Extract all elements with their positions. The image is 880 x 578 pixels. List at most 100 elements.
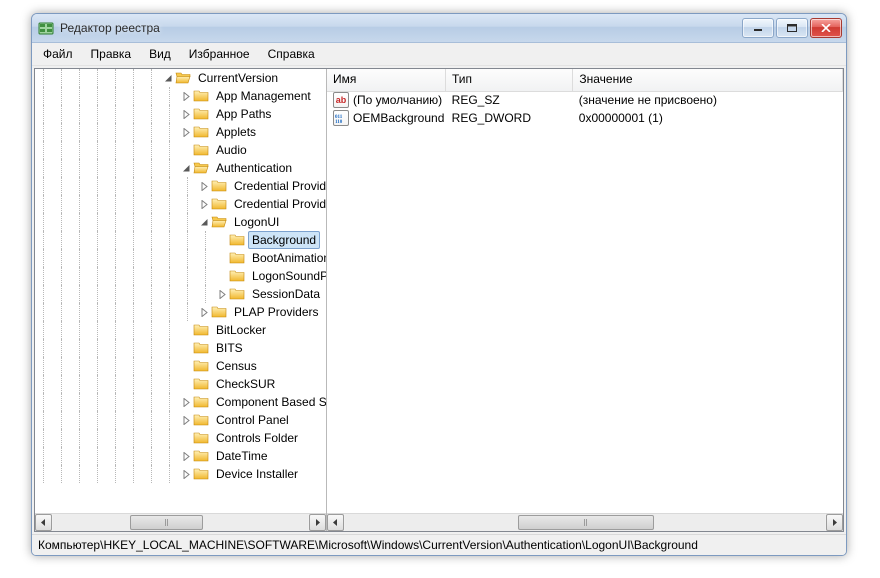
expand-toggle[interactable] [179,357,193,375]
tree-item[interactable]: DateTime [35,447,326,465]
value-type: REG_DWORD [452,111,531,125]
column-name[interactable]: Имя [327,69,446,91]
tree-item[interactable]: Background [35,231,326,249]
expand-toggle[interactable] [215,285,229,303]
values-header: Имя Тип Значение [327,69,843,92]
expand-toggle[interactable] [179,375,193,393]
folder-icon [193,340,209,356]
value-type: REG_SZ [452,93,500,107]
tree-item[interactable]: Authentication [35,159,326,177]
scroll-right-button[interactable] [309,514,326,531]
menu-view[interactable]: Вид [140,45,180,63]
svg-text:110: 110 [335,120,343,123]
tree-item[interactable]: Audio [35,141,326,159]
expand-toggle[interactable] [197,303,211,321]
value-data: 0x00000001 (1) [579,111,663,125]
tree-item-label: Component Based Se [212,393,326,411]
tree-item-label: Authentication [212,159,296,177]
titlebar[interactable]: Редактор реестра [32,14,846,43]
tree-item[interactable]: Credential Provide [35,177,326,195]
folder-icon [193,322,209,338]
menu-favorites[interactable]: Избранное [180,45,259,63]
column-data[interactable]: Значение [573,69,843,91]
tree-item[interactable]: CurrentVersion [35,69,326,87]
expand-toggle[interactable] [161,69,175,87]
maximize-button[interactable] [776,18,808,38]
tree-item[interactable]: App Management [35,87,326,105]
dword-value-icon: 011110 [333,110,349,126]
scroll-track[interactable] [53,514,308,531]
value-row[interactable]: ab (По умолчанию) REG_SZ (значение не присв… [327,91,843,109]
tree-item[interactable]: LogonUI [35,213,326,231]
status-path: Компьютер\HKEY_LOCAL_MACHINE\SOFTWARE\Mi… [38,538,698,552]
tree-item[interactable]: Control Panel [35,411,326,429]
tree-item-label: LogonUI [230,213,283,231]
scroll-thumb[interactable] [518,515,654,530]
expand-toggle[interactable] [179,159,193,177]
value-data: (значение не присвоено) [579,93,717,107]
tree-item[interactable]: Credential Provide [35,195,326,213]
scroll-left-button[interactable] [327,514,344,531]
scroll-left-button[interactable] [35,514,52,531]
folder-icon [229,250,245,266]
values-list[interactable]: ab (По умолчанию) REG_SZ (значение не присв… [327,91,843,513]
tree-item[interactable]: Device Installer [35,465,326,483]
folder-icon [193,124,209,140]
expand-toggle[interactable] [179,339,193,357]
expand-toggle[interactable] [215,231,229,249]
tree-item-label: CheckSUR [212,375,279,393]
expand-toggle[interactable] [179,123,193,141]
tree-item[interactable]: BITS [35,339,326,357]
tree-item[interactable]: Applets [35,123,326,141]
scroll-thumb[interactable] [130,515,203,530]
tree-item[interactable]: PLAP Providers [35,303,326,321]
minimize-button[interactable] [742,18,774,38]
tree-item[interactable]: App Paths [35,105,326,123]
tree-item[interactable]: CheckSUR [35,375,326,393]
expand-toggle[interactable] [179,429,193,447]
expand-toggle[interactable] [197,177,211,195]
expand-toggle[interactable] [215,267,229,285]
window-title: Редактор реестра [60,21,736,35]
tree-item[interactable]: BitLocker [35,321,326,339]
tree-item[interactable]: SessionData [35,285,326,303]
value-row[interactable]: 011110 OEMBackground REG_DWORD 0x00000001 (… [327,109,843,127]
tree-item[interactable]: Component Based Se [35,393,326,411]
expand-toggle[interactable] [179,465,193,483]
value-name: OEMBackground [353,111,444,125]
string-value-icon: ab [333,92,349,108]
expand-toggle[interactable] [179,321,193,339]
expand-toggle[interactable] [179,87,193,105]
expand-toggle[interactable] [197,213,211,231]
expand-toggle[interactable] [215,249,229,267]
client-area: CurrentVersionApp ManagementApp PathsApp… [34,68,844,532]
tree-item-label: BitLocker [212,321,270,339]
folder-open-icon [193,160,209,176]
menu-edit[interactable]: Правка [82,45,141,63]
expand-toggle[interactable] [179,411,193,429]
folder-icon [193,412,209,428]
expand-toggle[interactable] [179,141,193,159]
close-button[interactable] [810,18,842,38]
list-hscrollbar[interactable] [327,513,843,531]
expand-toggle[interactable] [197,195,211,213]
tree-item[interactable]: LogonSoundP [35,267,326,285]
expand-toggle[interactable] [179,393,193,411]
expand-toggle[interactable] [179,447,193,465]
tree-hscrollbar[interactable] [35,513,326,531]
folder-icon [193,466,209,482]
tree-item-label: CurrentVersion [194,69,282,87]
registry-tree[interactable]: CurrentVersionApp ManagementApp PathsApp… [35,69,326,513]
tree-item[interactable]: Controls Folder [35,429,326,447]
app-icon [38,20,54,36]
column-type[interactable]: Тип [446,69,573,91]
menu-file[interactable]: Файл [34,45,82,63]
tree-item[interactable]: BootAnimation [35,249,326,267]
value-name: (По умолчанию) [353,93,442,107]
scroll-right-button[interactable] [826,514,843,531]
menu-help[interactable]: Справка [259,45,324,63]
expand-toggle[interactable] [179,105,193,123]
folder-icon [211,304,227,320]
tree-item[interactable]: Census [35,357,326,375]
scroll-track[interactable] [345,514,825,531]
